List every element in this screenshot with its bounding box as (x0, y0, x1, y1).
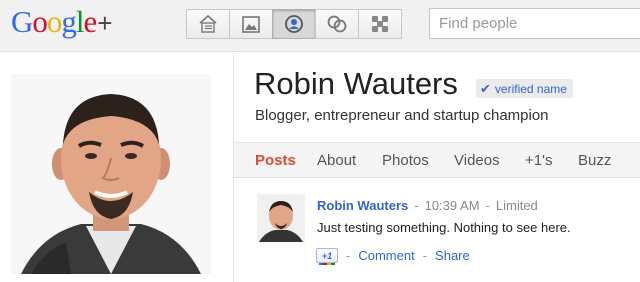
logo-letter-l: l (75, 4, 85, 39)
tab-plus-ones[interactable]: +1's (525, 152, 552, 169)
post-timestamp[interactable]: 10:39 AM (425, 198, 480, 213)
profile-photo[interactable] (11, 74, 211, 274)
profile-icon (285, 15, 303, 33)
plus-one-button[interactable]: +1 (316, 248, 338, 265)
google-plus-logo[interactable]: Google+ (11, 4, 112, 41)
games-icon (372, 16, 388, 32)
avatar-image (257, 194, 305, 242)
verified-label: verified name (494, 81, 567, 96)
action-separator: - (346, 248, 351, 263)
logo-letter-g: G (11, 4, 33, 39)
tab-photos[interactable]: Photos (382, 152, 429, 169)
logo-letter-e: e (83, 4, 98, 39)
meta-separator: - (414, 198, 419, 213)
logo-letter-o1: o (32, 4, 47, 39)
profile-tagline: Blogger, entrepreneur and startup champi… (255, 107, 549, 124)
post-author-avatar[interactable] (257, 194, 305, 242)
circles-button[interactable] (315, 9, 359, 39)
profile-name: Robin Wauters (254, 66, 458, 101)
checkmark-icon: ✔ (480, 80, 491, 96)
profile-photo-image (11, 74, 211, 274)
logo-letter-o2: o (46, 4, 62, 39)
home-button[interactable] (186, 9, 230, 39)
photos-icon (242, 15, 260, 33)
logo-plus: + (97, 8, 113, 38)
post-visibility[interactable]: Limited (496, 198, 538, 213)
tab-about[interactable]: About (317, 152, 356, 169)
post-actions: +1 - Comment - Share (316, 248, 470, 265)
search-input[interactable] (429, 8, 640, 39)
action-separator: - (422, 248, 428, 263)
tab-buzz[interactable]: Buzz (578, 152, 611, 169)
tab-videos[interactable]: Videos (454, 152, 500, 169)
tab-posts[interactable]: Posts (255, 152, 296, 169)
profile-button[interactable] (272, 9, 316, 39)
logo-letter-g2: g (61, 4, 76, 39)
circles-icon (327, 15, 347, 33)
post-meta: Robin Wauters -10:39 AM - Limited (317, 198, 538, 213)
verified-name-badge[interactable]: ✔ verified name (476, 79, 573, 98)
photos-button[interactable] (229, 9, 273, 39)
top-bar: Google+ (0, 0, 640, 52)
post-author-link[interactable]: Robin Wauters (317, 198, 408, 213)
comment-link[interactable]: Comment (358, 248, 414, 263)
main-nav (186, 9, 402, 39)
post-body-text: Just testing something. Nothing to see h… (317, 220, 571, 235)
games-button[interactable] (358, 9, 402, 39)
meta-separator: - (485, 198, 490, 213)
home-stream-icon (199, 15, 217, 33)
profile-tabs: Posts About Photos Videos +1's Buzz (234, 142, 640, 178)
left-column (0, 53, 234, 282)
share-link[interactable]: Share (435, 248, 470, 263)
